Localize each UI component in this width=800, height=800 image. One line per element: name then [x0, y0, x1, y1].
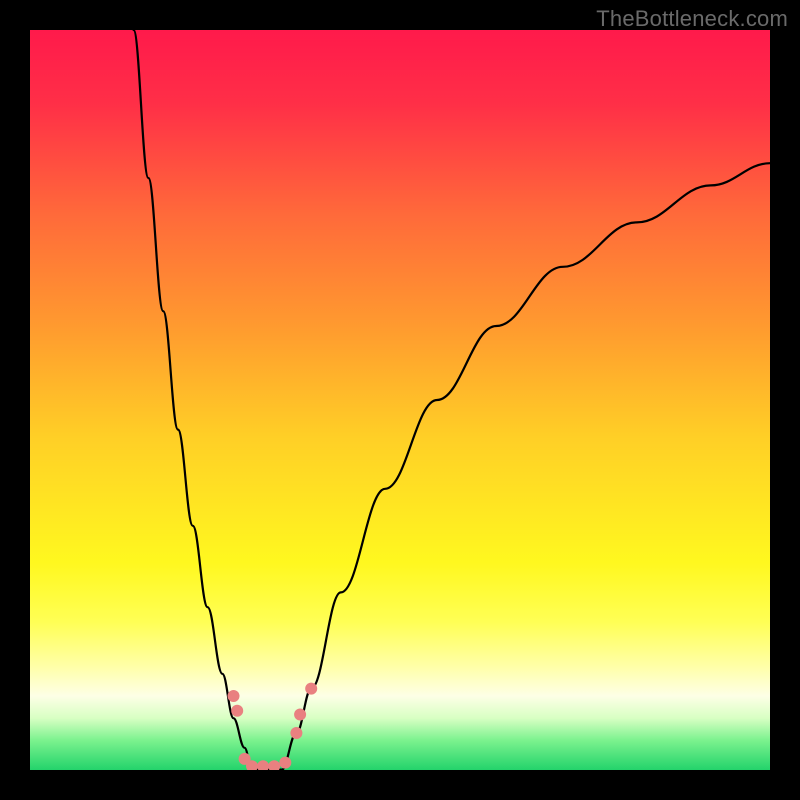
- watermark-text: TheBottleneck.com: [596, 6, 788, 32]
- marker-point: [257, 760, 269, 770]
- marker-point: [279, 757, 291, 769]
- plot-area: [30, 30, 770, 770]
- curves-layer: [30, 30, 770, 770]
- curve-left-branch: [134, 30, 252, 770]
- marker-point: [268, 760, 280, 770]
- marker-point: [290, 727, 302, 739]
- marker-point: [294, 709, 306, 721]
- chart-frame: TheBottleneck.com: [0, 0, 800, 800]
- marker-point: [228, 690, 240, 702]
- curve-right-branch: [282, 163, 770, 770]
- marker-point: [305, 683, 317, 695]
- marker-point: [231, 705, 243, 717]
